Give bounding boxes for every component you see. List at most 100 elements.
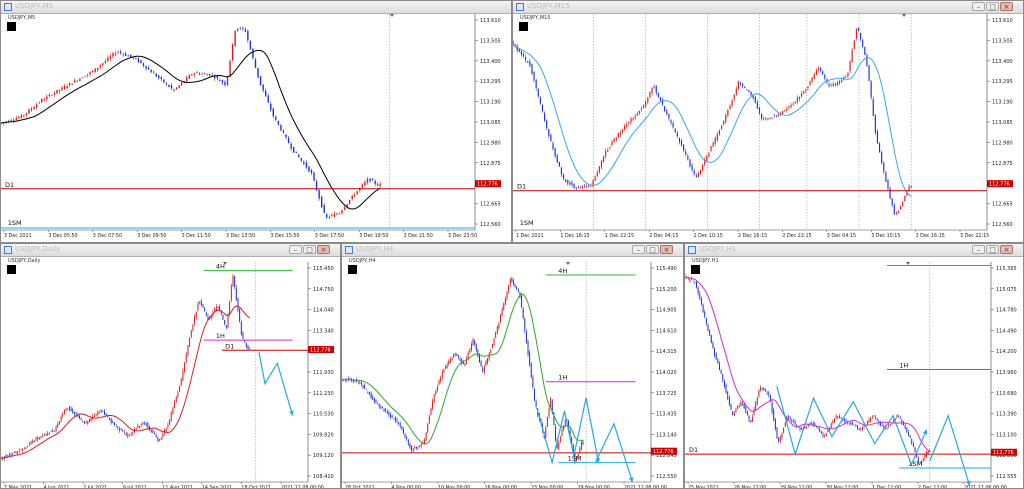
candle-body (404, 434, 406, 437)
candle-body (835, 415, 837, 418)
price-chart[interactable]: 115.450114.750114.040113.340112.640111.9… (1, 244, 340, 488)
candle-body (668, 114, 670, 119)
candle-body (155, 73, 157, 77)
chart-window-usdjpy-h1[interactable]: USDJPY,H1– □ × USDJPY,H1 115.365 115.075 114.7… (684, 243, 1024, 489)
candle-body (849, 61, 851, 72)
projection-arrow[interactable] (776, 386, 928, 467)
candle-body (674, 128, 676, 133)
candle-body (588, 185, 590, 187)
candle-body (861, 427, 863, 430)
chart-shift-marker-icon[interactable] (906, 262, 910, 265)
time-tick-label: 3 Dec 2021 (4, 233, 32, 239)
candle-body (420, 443, 422, 447)
time-tick-label: 4 Nov 00:00 (392, 485, 421, 488)
price-chart[interactable]: 113.610 113.505 113.400 113.295 113.190 113.0… (513, 1, 1023, 242)
candle-body (75, 413, 77, 415)
chart-window-usdjpy-m5[interactable]: USDJPY,M5 USDJPY,M5 113.610 113.505 113.400 1… (0, 0, 512, 243)
candle-body (292, 146, 295, 153)
candle-body (514, 284, 516, 288)
candle-body (720, 370, 722, 374)
projection-arrow[interactable] (929, 413, 971, 486)
price-tick-label: 113.610 (992, 18, 1013, 24)
time-tick-label: 2 Dec 04:15 (649, 233, 678, 239)
candle-body (99, 65, 101, 68)
candle-body (886, 428, 888, 430)
candle-body (532, 377, 534, 388)
candle-body (35, 104, 38, 108)
candle-body (267, 95, 269, 103)
candle-body (445, 366, 447, 370)
time-tick-label: 2 Dec 16:15 (738, 233, 767, 239)
candle-body (221, 80, 224, 83)
price-tick-label: 115.490 (656, 266, 677, 272)
chart-shift-marker-icon[interactable] (566, 262, 570, 265)
candle-body (912, 443, 914, 447)
candle-body (680, 140, 683, 145)
candle-body (853, 40, 855, 50)
candle-body (475, 343, 477, 351)
candle-body (55, 426, 57, 431)
chart-window-usdjpy-daily[interactable]: USDJPY,Daily – □ × USDJPY,Daily 115.450 114.75… (0, 243, 341, 489)
candle-body (786, 108, 788, 111)
price-tick-label: 108.410 (313, 474, 334, 480)
candle-body (828, 84, 830, 86)
candle-body (887, 180, 889, 189)
candle-body (558, 162, 560, 167)
price-chart[interactable]: 113.610 113.505 113.400 113.295 113.190 113.0… (1, 1, 511, 242)
candle-body (513, 40, 514, 46)
candle-body (249, 347, 251, 349)
chart-shift-marker-icon[interactable] (902, 14, 906, 17)
price-tick-label: 114.750 (313, 287, 334, 293)
candle-body (796, 425, 798, 427)
candle-body (440, 377, 442, 382)
chart-shift-marker-icon[interactable] (390, 14, 394, 17)
candle-body (773, 409, 775, 421)
candle-body (876, 131, 879, 144)
candle-body (120, 428, 122, 430)
candle-body (728, 397, 730, 405)
candle-body (693, 171, 695, 175)
candle-body (776, 427, 778, 439)
price-chart[interactable]: 115.365 115.075 114.780 114.490 114.200 113.9… (685, 244, 1023, 488)
candle-body (180, 82, 183, 85)
candle-body (240, 322, 242, 335)
candle-body (897, 211, 900, 214)
candle-body (305, 162, 308, 168)
candle-body (188, 75, 191, 79)
candle-body (235, 287, 237, 300)
candle-body (216, 76, 219, 79)
candle-body (517, 289, 519, 292)
candle-body (815, 70, 817, 76)
time-tick-label: 29 Nov 12:00 (780, 485, 812, 488)
candle-body (735, 88, 737, 95)
candle-body (811, 77, 813, 82)
chart-window-usdjpy-m15[interactable]: USDJPY,M15– □ × USDJPY,M15 113.610 113.505 113… (512, 0, 1024, 243)
candle-body (478, 355, 480, 363)
candle-body (394, 417, 396, 421)
candle-body (467, 353, 469, 359)
candle-body (165, 83, 168, 84)
candle-body (205, 312, 207, 316)
candle-body (204, 308, 206, 312)
candle-body (464, 362, 466, 366)
time-tick-label: 26 Nov 12:00 (734, 485, 766, 488)
candle-body (922, 458, 924, 461)
candle-body (113, 422, 115, 426)
candle-body (888, 424, 890, 427)
moving-average-line (1, 305, 251, 459)
candle-body (661, 99, 664, 105)
candle-body (778, 437, 780, 442)
candle-body (798, 96, 801, 100)
candle-body (37, 436, 39, 440)
candle-body (838, 416, 840, 418)
candle-body (74, 80, 76, 83)
price-chart[interactable]: 115.490 115.200 114.905 114.610 114.315 114.0… (342, 244, 683, 488)
chart-window-usdjpy-h4[interactable]: USDJPY,H4– □ × USDJPY,H4 115.490 115.200 114.9… (341, 243, 684, 489)
candle-body (451, 358, 453, 360)
candle-body (617, 133, 619, 138)
candle-body (857, 425, 859, 428)
candle-body (224, 81, 226, 85)
candle-body (398, 422, 400, 424)
projection-arrow[interactable] (258, 351, 294, 416)
candle-body (23, 448, 25, 449)
